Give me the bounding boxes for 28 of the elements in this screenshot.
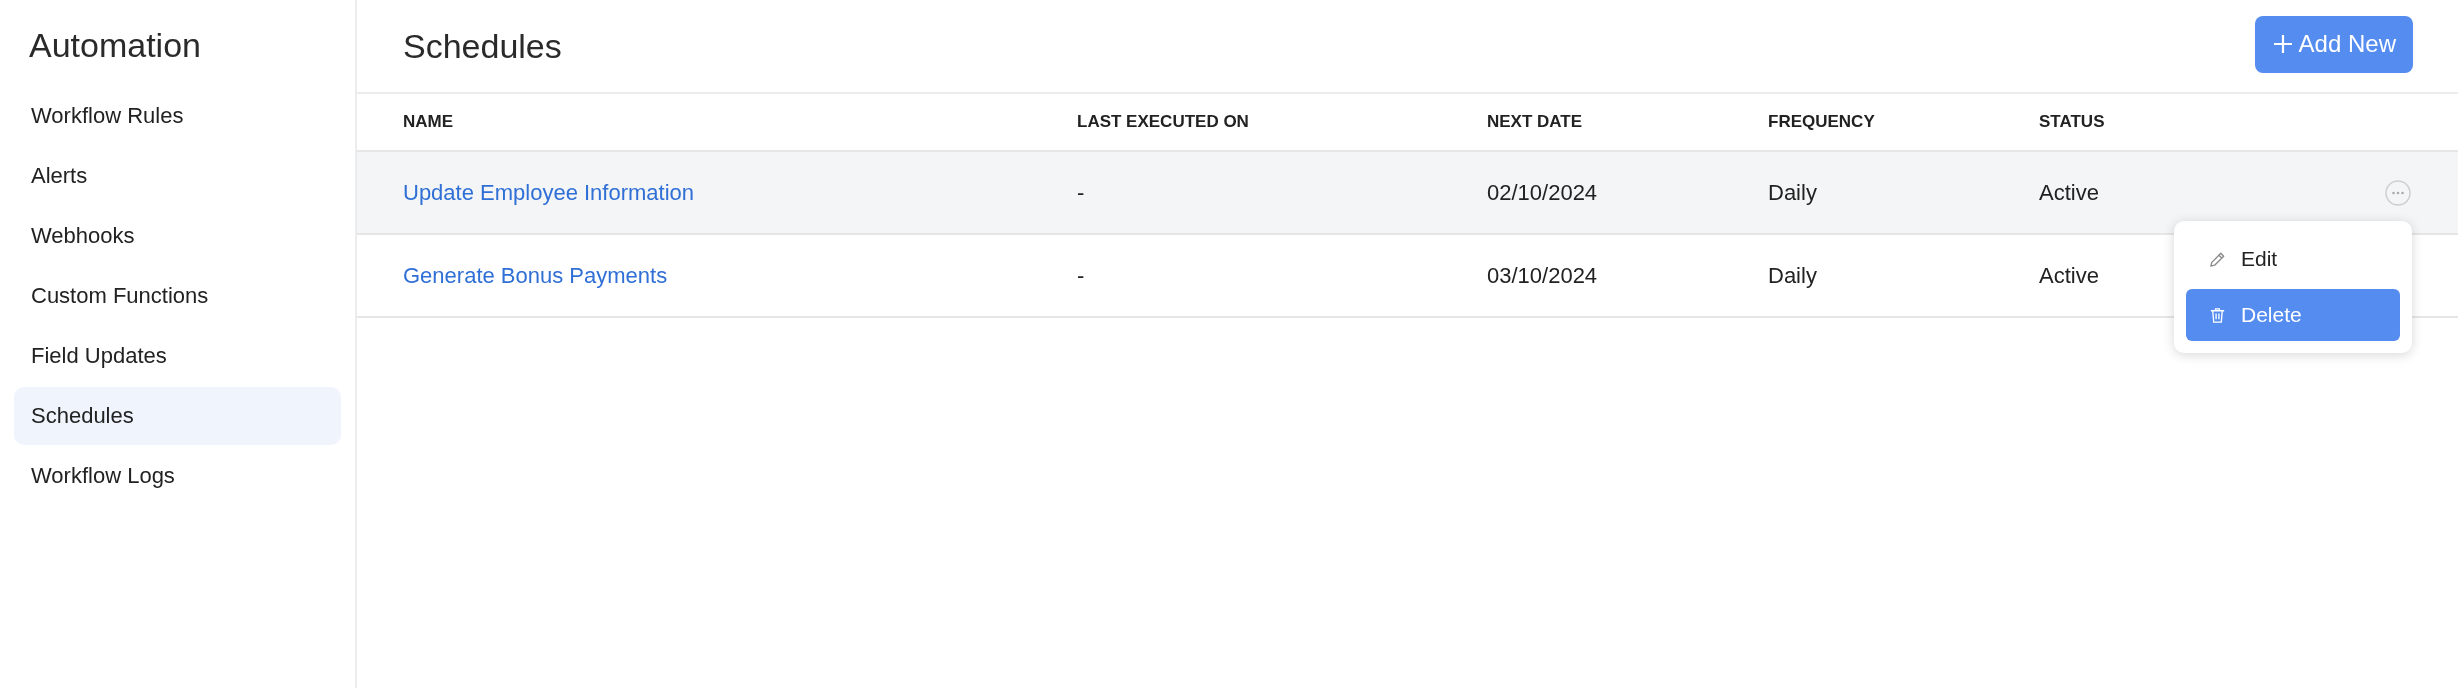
sidebar-item[interactable]: Field Updates xyxy=(14,327,341,385)
more-options-icon[interactable] xyxy=(2385,179,2411,206)
schedule-name-link[interactable]: Generate Bonus Payments xyxy=(403,262,668,288)
sidebar-item[interactable]: Workflow Rules xyxy=(14,87,341,145)
page-title: Schedules xyxy=(403,26,562,66)
column-header: FREQUENCY xyxy=(1768,112,1876,132)
table-cell: Active xyxy=(2039,262,2099,288)
table-cell: Daily xyxy=(1768,179,1817,205)
table-cell: 03/10/2024 xyxy=(1487,262,1598,288)
sidebar-item[interactable]: Schedules xyxy=(14,387,341,445)
menu-item[interactable]: Edit xyxy=(2186,233,2400,285)
table-cell: Active xyxy=(2039,179,2099,205)
schedule-name-link[interactable]: Update Employee Information xyxy=(403,179,695,205)
sidebar-item[interactable]: Webhooks xyxy=(14,207,341,265)
sidebar-title: Automation xyxy=(28,25,202,66)
trash-icon xyxy=(2208,305,2227,325)
table-cell: 02/10/2024 xyxy=(1487,179,1598,205)
column-header: NAME xyxy=(403,112,455,132)
sidebar-item[interactable]: Workflow Logs xyxy=(14,447,341,505)
column-header: LAST EXECUTED ON xyxy=(1077,112,1250,132)
column-header: STATUS xyxy=(2039,112,2106,132)
plus-icon xyxy=(2272,34,2293,54)
table-cell: - xyxy=(1077,262,1085,288)
sidebar-item[interactable]: Custom Functions xyxy=(14,267,341,325)
sidebar-item[interactable]: Alerts xyxy=(14,147,341,205)
table-cell: - xyxy=(1077,179,1085,205)
table-cell: Daily xyxy=(1768,262,1817,288)
column-header: NEXT DATE xyxy=(1487,112,1584,132)
